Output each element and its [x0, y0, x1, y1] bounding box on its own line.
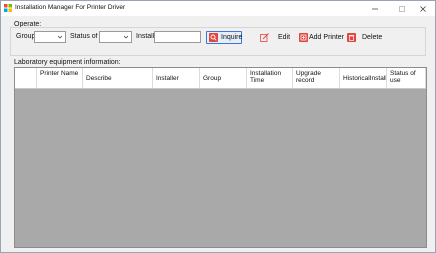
add-printer-icon — [299, 33, 308, 42]
grid-header: Printer Name Describe Installer Group In… — [15, 68, 426, 89]
grid-section-label: Laboratory equipment information: — [14, 59, 121, 66]
inquire-label: Inquire — [221, 34, 243, 41]
equipment-grid[interactable]: Printer Name Describe Installer Group In… — [14, 67, 427, 248]
window-title: Installation Manager For Printer Driver — [15, 4, 126, 11]
edit-label: Edit — [278, 34, 291, 41]
status-label: Status of u — [70, 33, 99, 40]
app-icon — [4, 4, 12, 12]
minimize-icon — [372, 8, 378, 9]
installer-label: Installe — [136, 33, 154, 40]
column-header[interactable]: Installer — [153, 68, 200, 88]
column-header[interactable]: Status of use — [387, 68, 426, 88]
chevron-down-icon — [57, 35, 63, 39]
group-combo[interactable] — [34, 31, 66, 43]
trash-icon — [347, 33, 356, 42]
status-combo[interactable] — [99, 31, 132, 43]
edit-icon — [260, 33, 269, 42]
search-icon — [209, 33, 218, 42]
installer-input[interactable] — [154, 31, 201, 43]
row-header-corner — [15, 68, 37, 88]
column-header[interactable]: Group — [200, 68, 247, 88]
column-header[interactable]: Installation Time — [247, 68, 293, 88]
delete-label: Delete — [362, 34, 383, 41]
column-header[interactable]: HistoricalInstalle — [340, 68, 387, 88]
close-icon — [420, 5, 426, 12]
edit-button[interactable]: Edit — [260, 31, 294, 44]
add-printer-label: Add Printer — [309, 34, 345, 41]
column-header[interactable]: Printer Name — [37, 68, 83, 88]
delete-button[interactable]: Delete — [347, 31, 383, 44]
add-printer-button[interactable]: Add Printer — [299, 31, 345, 44]
column-header[interactable]: Upgrade record — [293, 68, 340, 88]
column-header[interactable]: Describe — [83, 68, 153, 88]
chevron-down-icon — [123, 35, 129, 39]
app-window: Installation Manager For Printer Driver … — [0, 0, 436, 253]
minimize-button[interactable] — [363, 1, 387, 16]
inquire-button[interactable]: Inquire — [206, 31, 242, 44]
close-button[interactable] — [411, 1, 435, 16]
title-bar: Installation Manager For Printer Driver — [1, 1, 435, 16]
maximize-icon — [399, 5, 405, 12]
group-label: Group — [16, 33, 36, 40]
